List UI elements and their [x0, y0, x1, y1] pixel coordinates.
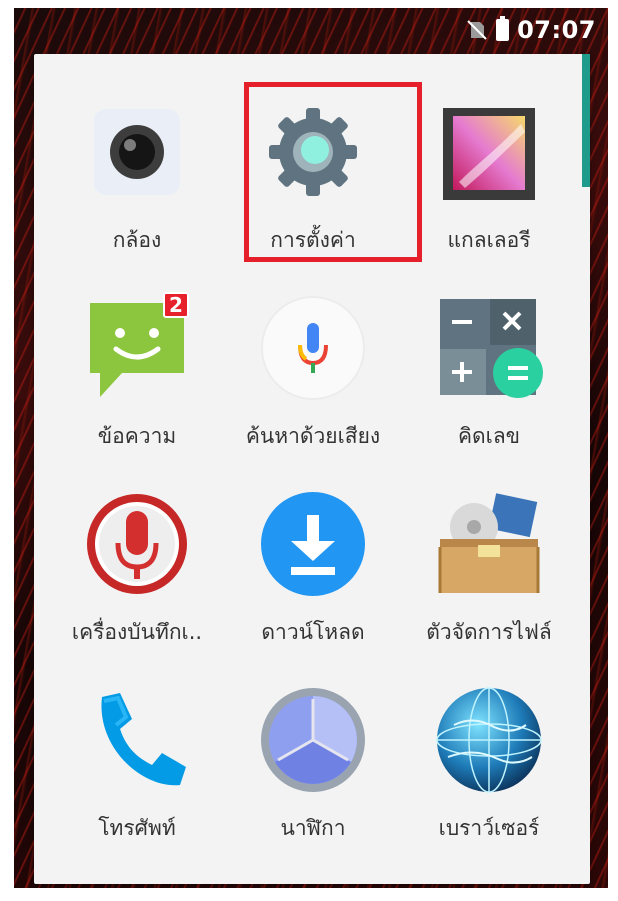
app-label: แกลเลอรี [447, 228, 531, 252]
battery-icon [496, 16, 510, 41]
app-label: การตั้งค่า [270, 228, 356, 252]
phone-icon [77, 680, 197, 800]
messages-icon: 2 [77, 288, 197, 408]
status-icons: 07:07 [466, 16, 596, 44]
camera-icon [77, 92, 197, 212]
phone-screen: 07:07 กล้อง การตั้งค่า แกลเลอรี 2 ข้อควา… [14, 8, 608, 888]
app-settings[interactable]: การตั้งค่า [222, 66, 404, 262]
download-icon [253, 484, 373, 604]
calculator-icon [429, 288, 549, 408]
app-label: กล้อง [112, 228, 162, 252]
status-bar: 07:07 [14, 8, 608, 54]
settings-gear-icon [253, 92, 373, 212]
screenshot-frame: 07:07 กล้อง การตั้งค่า แกลเลอรี 2 ข้อควา… [0, 0, 618, 901]
unread-badge: 2 [163, 292, 189, 318]
app-label: เบราว์เซอร์ [438, 816, 540, 840]
sound-recorder-icon [77, 484, 197, 604]
app-label: คิดเลข [457, 424, 521, 448]
status-time: 07:07 [517, 16, 596, 44]
app-browser[interactable]: เบราว์เซอร์ [398, 654, 580, 850]
voice-search-mic-icon [253, 288, 373, 408]
app-camera[interactable]: กล้อง [46, 66, 228, 262]
app-label: ค้นหาด้วยเสียง [245, 424, 381, 448]
gallery-icon [429, 92, 549, 212]
app-file-manager[interactable]: ตัวจัดการไฟล์ [398, 458, 580, 654]
app-label: เครื่องบันทึกเ.. [71, 620, 203, 644]
app-label: นาฬิกา [280, 816, 346, 840]
app-label: ดาวน์โหลด [261, 620, 365, 644]
app-clock[interactable]: นาฬิกา [222, 654, 404, 850]
app-downloads[interactable]: ดาวน์โหลด [222, 458, 404, 654]
no-sim-icon [466, 19, 488, 41]
app-phone[interactable]: โทรศัพท์ [46, 654, 228, 850]
app-label: ตัวจัดการไฟล์ [426, 620, 552, 644]
app-voice-search[interactable]: ค้นหาด้วยเสียง [222, 262, 404, 458]
app-gallery[interactable]: แกลเลอรี [398, 66, 580, 262]
app-drawer[interactable]: กล้อง การตั้งค่า แกลเลอรี 2 ข้อความ ค้นห… [34, 54, 590, 884]
app-label: ข้อความ [97, 424, 177, 448]
file-manager-icon [429, 484, 549, 604]
browser-globe-icon [429, 680, 549, 800]
app-messages[interactable]: 2 ข้อความ [46, 262, 228, 458]
app-grid: กล้อง การตั้งค่า แกลเลอรี 2 ข้อความ ค้นห… [34, 54, 590, 884]
app-calculator[interactable]: คิดเลข [398, 262, 580, 458]
clock-icon [253, 680, 373, 800]
app-sound-recorder[interactable]: เครื่องบันทึกเ.. [46, 458, 228, 654]
app-label: โทรศัพท์ [98, 816, 176, 840]
